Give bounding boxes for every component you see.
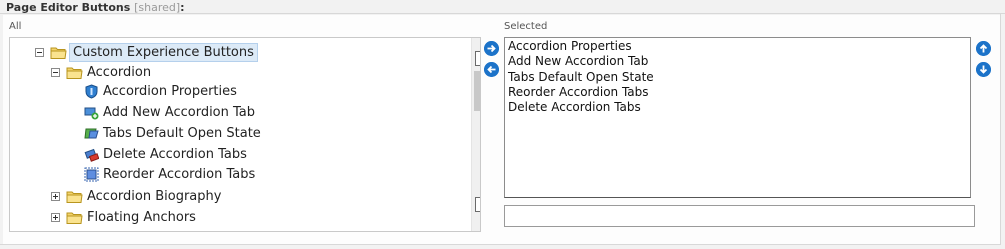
arrow-up-icon[interactable] <box>976 41 991 56</box>
right-divider <box>1000 13 1001 245</box>
tree-node-accordion-properties[interactable]: Accordion Properties <box>84 81 237 101</box>
all-label: All <box>9 21 22 32</box>
all-buttons-tree[interactable]: Custom Experience Buttons Accordion Acco… <box>9 37 481 232</box>
folder-icon <box>66 67 83 79</box>
expand-toggle[interactable] <box>51 191 60 201</box>
tree-node-label: Custom Experience Buttons <box>69 42 258 62</box>
selected-list-item[interactable]: Delete Accordion Tabs <box>508 100 641 114</box>
selected-item-input[interactable] <box>504 205 975 227</box>
selected-list-item[interactable]: Accordion Properties <box>508 39 632 53</box>
tree-node-label: Accordion Properties <box>103 83 237 99</box>
tree-node-label: Reorder Accordion Tabs <box>103 166 256 182</box>
tree-node-label: Add New Accordion Tab <box>103 104 256 120</box>
tree-node-delete-accordion-tabs[interactable]: Delete Accordion Tabs <box>84 144 247 164</box>
selected-label: Selected <box>504 21 548 32</box>
folder-icon <box>66 212 83 224</box>
collapse-toggle[interactable] <box>35 47 44 57</box>
properties-shield-icon <box>85 83 98 99</box>
expand-toggle[interactable] <box>51 212 60 222</box>
arrow-left-icon[interactable] <box>484 62 499 77</box>
tree-node-accordion-biography[interactable]: Accordion Biography <box>51 186 221 206</box>
scroll-up-button[interactable] <box>475 51 480 66</box>
tree-node-tabs-default-open-state[interactable]: Tabs Default Open State <box>84 123 261 143</box>
arrow-right-icon[interactable] <box>484 41 499 56</box>
tree-node-label: Tabs Default Open State <box>103 125 261 141</box>
tabs-state-icon <box>84 128 99 138</box>
tree-node-reorder-accordion-tabs[interactable]: Reorder Accordion Tabs <box>84 164 255 184</box>
selected-list-item[interactable]: Add New Accordion Tab <box>508 54 648 68</box>
tree-scrollbar[interactable] <box>471 38 480 231</box>
arrow-down-icon[interactable] <box>976 62 991 77</box>
scroll-thumb[interactable] <box>474 71 480 111</box>
tree-node-custom-experience-buttons[interactable]: Custom Experience Buttons <box>35 42 258 62</box>
folder-icon <box>66 191 83 203</box>
folder-icon <box>50 47 67 59</box>
collapse-toggle[interactable] <box>51 67 60 77</box>
page-editor-buttons-field: Page Editor Buttons [shared]: All Custom… <box>0 0 1005 249</box>
selected-list-item[interactable]: Reorder Accordion Tabs <box>508 85 649 99</box>
tree-node-floating-anchors[interactable]: Floating Anchors <box>51 207 196 227</box>
tree-node-accordion[interactable]: Accordion <box>51 62 151 82</box>
tree-node-label: Accordion <box>87 64 152 80</box>
tree-node-label: Delete Accordion Tabs <box>103 146 247 162</box>
tree-node-add-new-accordion-tab[interactable]: Add New Accordion Tab <box>84 102 255 122</box>
tree-node-label: Accordion Biography <box>87 188 222 204</box>
selected-buttons-list[interactable]: Accordion Properties Add New Accordion T… <box>504 37 971 198</box>
selected-list-item[interactable]: Tabs Default Open State <box>508 70 654 84</box>
tree-node-label: Floating Anchors <box>87 209 196 225</box>
top-divider <box>0 13 1005 14</box>
bottom-divider <box>0 244 1001 245</box>
delete-tabs-icon <box>84 148 99 162</box>
scroll-down-button[interactable] <box>475 197 480 212</box>
add-tab-icon <box>84 107 99 119</box>
reorder-tabs-icon <box>84 167 99 181</box>
